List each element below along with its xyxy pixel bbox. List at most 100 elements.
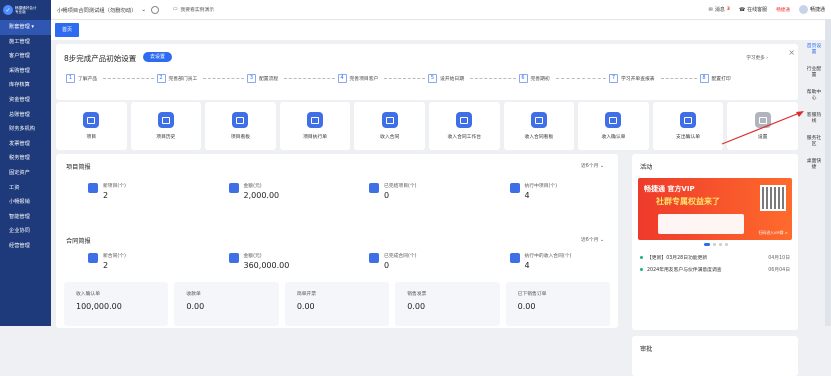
stat-value: 4: [524, 261, 530, 270]
setup-step[interactable]: 1 了解产品: [66, 72, 157, 84]
shortcut-tile[interactable]: 收入合同: [354, 102, 425, 150]
vip-banner[interactable]: 畅捷通 官方VIP 社群专属权益来了 扫码进入VIP群 >: [638, 178, 792, 240]
sidebar-item[interactable]: 工资: [0, 181, 51, 196]
sidebar-item[interactable]: 账套管理 ▾: [0, 20, 51, 35]
chevron-down-icon: ⌄: [141, 6, 146, 13]
message-label: 消息: [714, 7, 725, 13]
sidebar-item[interactable]: 税务管理: [0, 151, 51, 166]
news-date: 06月04日: [768, 268, 790, 273]
carousel-dots[interactable]: [704, 243, 728, 246]
contract-brief-title: 合同简报: [66, 238, 91, 245]
setup-step[interactable]: 8 配置打印: [699, 72, 791, 84]
step-label: 完善部门员工: [168, 76, 198, 82]
setup-step[interactable]: 4 完善项目客户: [337, 72, 429, 84]
shortcut-tile[interactable]: 支出确认单: [652, 102, 724, 150]
settings-icon[interactable]: [150, 5, 159, 14]
sidebar-item[interactable]: 经营管理: [0, 239, 51, 254]
user-name: 畅捷通: [809, 7, 825, 13]
go-setup-button[interactable]: 去设置: [143, 52, 173, 62]
demo-link[interactable]: ▭ 我要看实例演示: [173, 6, 214, 13]
mini-stat-label: 收款单: [186, 292, 201, 297]
setup-step[interactable]: 7 学习开单查报表: [609, 72, 700, 84]
sidebar-item[interactable]: 发票管理: [0, 137, 51, 152]
float-tool[interactable]: 行业配置: [805, 67, 823, 79]
approval-card: 审批: [632, 336, 798, 376]
shortcut-tile[interactable]: 收入合同工作台: [428, 102, 500, 150]
step-number: 7: [609, 73, 618, 83]
float-tool[interactable]: 首页设置: [805, 44, 823, 56]
news-item[interactable]: 2024年用友客户与伙伴满意度调查 06月04日: [640, 266, 790, 273]
stat-icon: [228, 253, 239, 263]
stat-value: 2: [103, 261, 109, 270]
project-period-filter[interactable]: 近6个月 ⌄: [581, 162, 604, 169]
float-tool[interactable]: 帮助中心: [805, 90, 823, 102]
shortcut-label: 项目: [86, 135, 97, 140]
sidebar-item[interactable]: 固定资产: [0, 166, 51, 181]
shortcut-label: 收入确认单: [601, 135, 626, 140]
scroll-edge: [825, 20, 831, 326]
step-label: 完善项目客户: [349, 76, 379, 82]
income-contract-icon: [381, 112, 398, 128]
sidebar-item[interactable]: 智能管理: [0, 210, 51, 225]
contract-period-filter[interactable]: 近6个月 ⌄: [581, 236, 604, 243]
sidebar-item[interactable]: 企业协同: [0, 224, 51, 239]
service-button[interactable]: ☎ 在线客服: [738, 6, 767, 14]
headset-icon: ☎: [738, 6, 746, 13]
mini-stat-value: 0.00: [517, 302, 536, 311]
news-text: 2024年用友客户与伙伴满意度调查: [647, 268, 722, 273]
step-label: 配置打印: [711, 76, 731, 82]
news-item[interactable]: 【更新】03月28日功能更新 04月10日: [640, 254, 790, 261]
stat-value: 2: [103, 191, 109, 200]
step-divider: [203, 77, 244, 79]
step-label: 学习开单查报表: [621, 76, 655, 82]
setup-step[interactable]: 6 完善期初: [518, 72, 610, 84]
float-tool[interactable]: 桌面快捷: [805, 159, 823, 171]
brand-logo: 畅捷通: [776, 7, 790, 13]
user-menu[interactable]: 畅捷通: [798, 5, 825, 14]
sidebar-item[interactable]: 库存核算: [0, 78, 51, 93]
step-label: 配置流程: [259, 76, 279, 82]
setup-step[interactable]: 2 完善部门员工: [156, 72, 248, 84]
shortcut-tile[interactable]: 项目历史: [130, 102, 202, 150]
sidebar-item[interactable]: 客户管理: [0, 49, 51, 64]
learn-more-link[interactable]: 学习更多 ›: [746, 55, 768, 61]
mini-stat-label: 收入确认单: [76, 292, 100, 297]
company-selector[interactable]: 小畅项目合同测试组（勿删勿动） ⌄: [57, 5, 159, 14]
message-button[interactable]: ✉ 消息 3: [709, 6, 730, 14]
banner-line2: 社群专属权益来了: [656, 197, 720, 206]
monitor-icon: ▭: [172, 7, 178, 12]
shortcut-tile[interactable]: 收入合同看板: [503, 102, 575, 150]
shortcut-tile[interactable]: 收入确认单: [578, 102, 649, 150]
contract-mini-stats: 收入确认单 100,000.00 收款单 0.00 简单开票 0.00 销售发票 0.00 已下…: [64, 282, 611, 326]
stat-label: 执行中项目(个): [524, 184, 558, 189]
sidebar-item[interactable]: 小畅报销: [0, 195, 51, 210]
close-icon[interactable]: ×: [788, 48, 795, 57]
setup-step[interactable]: 5 设开始日期: [428, 72, 519, 84]
mini-stat[interactable]: 已下销售订单 0.00: [505, 282, 611, 326]
sidebar-item[interactable]: 采购管理: [0, 64, 51, 79]
shortcut-tile[interactable]: 项目看板: [205, 102, 276, 150]
step-label: 了解产品: [78, 76, 98, 82]
stat-icon: [509, 253, 520, 263]
stat-label: 金额(元): [243, 184, 262, 189]
sidebar-item[interactable]: 总账管理: [0, 108, 51, 123]
contract-desk-icon: [456, 112, 473, 128]
app-logo[interactable]: ✓ 畅捷通好会计 专业版: [0, 0, 51, 20]
setup-step[interactable]: 3 配置流程: [247, 72, 338, 84]
stat-label: 已完结项目(个): [384, 184, 417, 189]
sidebar-item[interactable]: 财务多机构: [0, 122, 51, 137]
sidebar-item[interactable]: 施工管理: [0, 35, 51, 50]
brand-label: 畅捷通: [776, 7, 790, 13]
stat-label: 新项目(个): [103, 184, 126, 189]
mini-stat[interactable]: 收款单 0.00: [174, 282, 279, 326]
mini-stat[interactable]: 销售发票 0.00: [395, 282, 500, 326]
shortcut-tile[interactable]: 项目执行单: [279, 102, 351, 150]
avatar: [798, 5, 808, 14]
stat-icon: [369, 253, 379, 263]
shortcut-label: 收入合同看板: [524, 135, 554, 140]
mini-stat[interactable]: 收入确认单 100,000.00: [64, 282, 169, 326]
shortcut-tile[interactable]: 项目: [56, 102, 127, 150]
mini-stat[interactable]: 简单开票 0.00: [284, 282, 390, 326]
sidebar-item[interactable]: 资金管理: [0, 93, 51, 108]
tab-home[interactable]: 首页: [55, 23, 80, 37]
